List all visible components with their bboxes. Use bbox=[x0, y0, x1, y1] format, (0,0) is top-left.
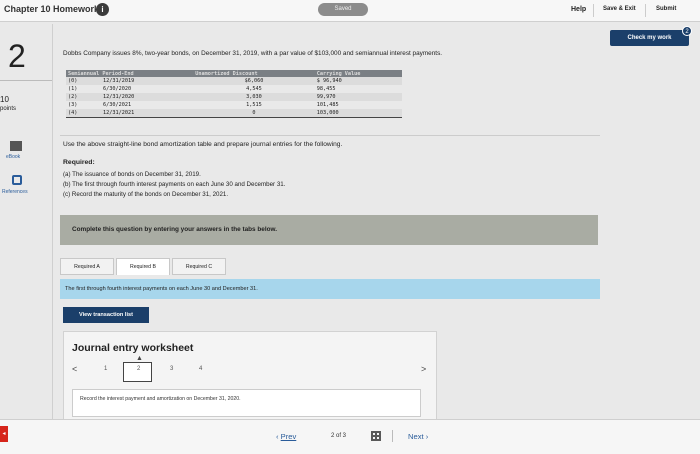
period-number: (1) bbox=[68, 86, 78, 92]
question-page-count: 2 of 3 bbox=[331, 433, 347, 439]
period-number: (2) bbox=[66, 93, 101, 101]
period-date: 12/31/2019 bbox=[100, 77, 194, 85]
required-c-text: (c) Record the maturity of the bonds on … bbox=[63, 191, 229, 198]
instructions: Use the above straight-line bond amortiz… bbox=[63, 141, 343, 148]
table-row: (0) 12/31/2019 $6,060 $ 96,940 bbox=[66, 77, 402, 85]
table-row: (2) 12/31/2020 3,030 99,970 bbox=[66, 93, 402, 101]
worksheet-next-button[interactable]: > bbox=[421, 364, 426, 374]
carrying-value: 98,455 bbox=[316, 86, 336, 92]
period-date: 6/30/2020 bbox=[102, 86, 132, 92]
worksheet-page-1[interactable]: 1 bbox=[104, 366, 107, 372]
assignment-title: Chapter 10 Homework bbox=[4, 4, 100, 14]
divider bbox=[60, 135, 600, 136]
record-prompt-text: Record the interest payment and amortiza… bbox=[80, 396, 241, 402]
carrying-value: 99,970 bbox=[314, 93, 402, 101]
problem-intro: Dobbs Company issues 8%, two-year bonds,… bbox=[63, 50, 443, 57]
divider bbox=[392, 430, 393, 442]
unamortized-discount: 0 bbox=[193, 109, 315, 118]
record-prompt-box bbox=[72, 389, 421, 417]
table-row: (1) 6/30/2020 4,545 98,455 bbox=[66, 85, 402, 93]
info-icon[interactable]: i bbox=[96, 3, 109, 16]
ebook-link[interactable]: eBook bbox=[6, 154, 20, 160]
save-exit-button[interactable]: Save & Exit bbox=[603, 6, 636, 12]
unamortized-discount: 3,030 bbox=[193, 93, 315, 101]
worksheet-page-4[interactable]: 4 bbox=[199, 366, 202, 372]
saved-status: Saved bbox=[318, 3, 368, 16]
unamortized-discount: $6,060 bbox=[193, 77, 315, 85]
unamortized-discount: 4,545 bbox=[246, 86, 262, 92]
required-a-text: (a) The issuance of bonds on December 31… bbox=[63, 171, 201, 178]
question-number: 2 bbox=[8, 38, 26, 74]
carrying-value: $ 96,940 bbox=[314, 77, 402, 85]
prev-question-link[interactable]: ‹ Prev bbox=[276, 432, 296, 441]
attempts-badge: 2 bbox=[682, 26, 692, 36]
points-label: points bbox=[0, 106, 17, 112]
worksheet-page-3[interactable]: 3 bbox=[170, 366, 173, 372]
prev-label: Prev bbox=[280, 432, 297, 441]
period-number: (3) bbox=[68, 102, 78, 108]
period-date: 6/30/2021 bbox=[102, 102, 132, 108]
table-row: (3) 6/30/2021 1,515 101,485 bbox=[66, 101, 402, 109]
question-grid-icon[interactable] bbox=[371, 431, 381, 441]
required-heading: Required: bbox=[63, 159, 95, 166]
references-link[interactable]: References bbox=[2, 189, 28, 195]
divider bbox=[0, 80, 52, 81]
points-value: 10 bbox=[0, 95, 9, 104]
tab-required-a[interactable]: Required A bbox=[60, 258, 114, 275]
next-question-link[interactable]: Next › bbox=[408, 432, 428, 441]
worksheet-page-current[interactable] bbox=[123, 362, 152, 382]
amortization-table: Semiannual Period-End Unamortized Discou… bbox=[66, 70, 402, 118]
chevron-right-icon: › bbox=[425, 432, 429, 441]
banner-text: Complete this question by entering your … bbox=[72, 226, 278, 233]
table-header: Semiannual Period-End bbox=[66, 70, 194, 77]
help-button[interactable]: Help bbox=[571, 6, 586, 13]
rail-divider bbox=[52, 24, 53, 419]
unamortized-discount: 1,515 bbox=[246, 102, 262, 108]
alert-tab[interactable]: ◂ bbox=[0, 426, 8, 442]
tab-required-c[interactable]: Required C bbox=[172, 258, 226, 275]
worksheet-page-2[interactable]: 2 bbox=[137, 366, 140, 372]
divider bbox=[645, 4, 646, 17]
required-tabs: Required A Required B Required C bbox=[60, 252, 600, 276]
references-icon[interactable] bbox=[12, 175, 22, 185]
submit-button[interactable]: Submit bbox=[656, 6, 676, 12]
period-date: 12/31/2020 bbox=[100, 93, 194, 101]
period-number: (4) bbox=[66, 109, 101, 118]
cursor-marker: ▲ bbox=[136, 355, 143, 362]
table-header: Unamortized Discount bbox=[193, 70, 315, 77]
table-header: Carrying Value bbox=[314, 70, 402, 77]
chevron-left-icon: ‹ bbox=[276, 432, 279, 441]
carrying-value: 103,000 bbox=[314, 109, 402, 118]
check-my-work-button[interactable]: Check my work bbox=[610, 30, 689, 46]
footer-bar bbox=[0, 419, 700, 454]
carrying-value: 101,485 bbox=[316, 102, 339, 108]
worksheet-prev-button[interactable]: < bbox=[72, 364, 77, 374]
required-b-text: (b) The first through fourth interest pa… bbox=[63, 181, 286, 188]
view-transaction-list-button[interactable]: View transaction list bbox=[63, 307, 149, 323]
tab-instruction-text: The first through fourth interest paymen… bbox=[65, 286, 258, 292]
worksheet-title: Journal entry worksheet bbox=[72, 342, 194, 354]
period-number: (0) bbox=[66, 77, 101, 85]
divider bbox=[593, 4, 594, 17]
table-row: (4) 12/31/2021 0 103,000 bbox=[66, 109, 402, 118]
period-date: 12/31/2021 bbox=[100, 109, 194, 118]
tab-required-b[interactable]: Required B bbox=[116, 258, 170, 275]
ebook-icon[interactable] bbox=[10, 141, 22, 151]
next-label: Next bbox=[408, 432, 424, 441]
